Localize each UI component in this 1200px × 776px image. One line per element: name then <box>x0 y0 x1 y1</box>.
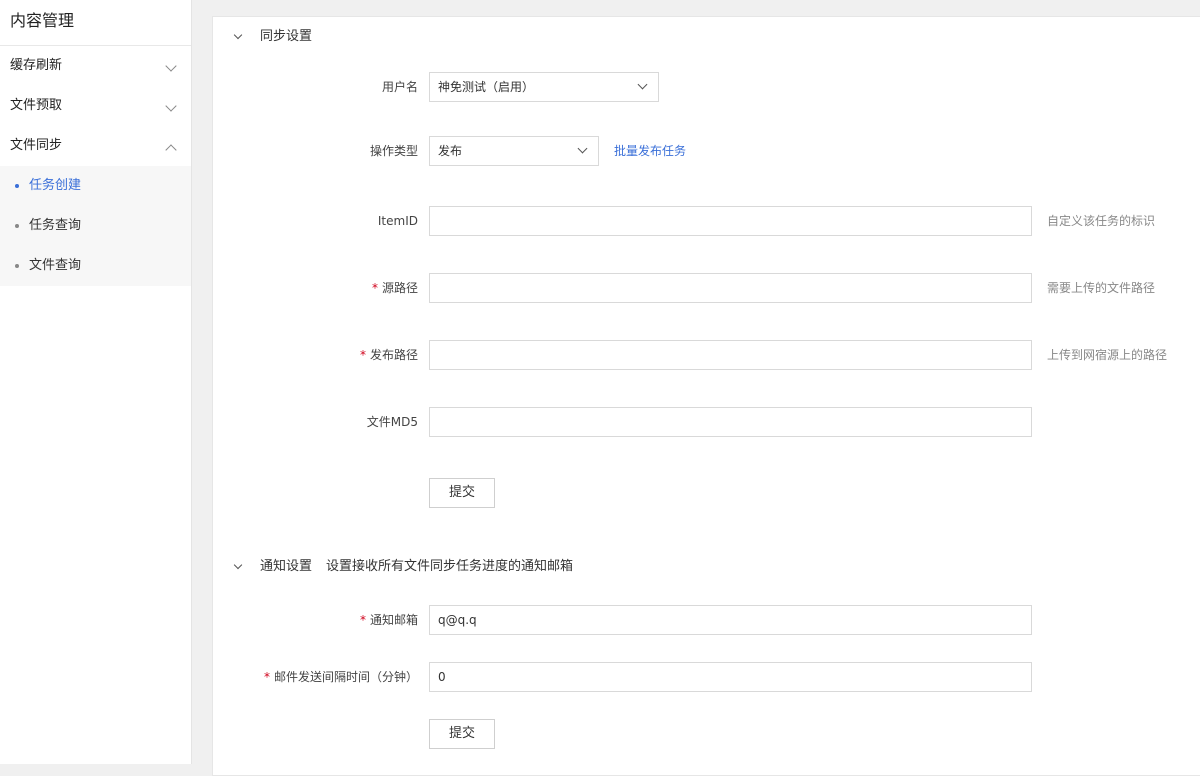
item-id-label: ItemID <box>377 214 418 228</box>
sidebar-item-label: 任务查询 <box>29 218 82 233</box>
sidebar-group-label: 文件预取 <box>10 98 63 113</box>
publish-path-label-text: 发布路径 <box>369 348 418 362</box>
interval-label: * 邮件发送间隔时间（分钟） <box>264 662 418 692</box>
chevron-down-icon <box>165 100 177 112</box>
chevron-down-icon <box>233 560 243 570</box>
source-path-label: * 源路径 <box>372 273 418 303</box>
required-mark: * <box>359 613 366 627</box>
required-mark: * <box>263 670 270 684</box>
section-title: 同步设置 <box>260 29 313 44</box>
email-label-text: 通知邮箱 <box>369 613 418 627</box>
sidebar-group-file-prefetch[interactable]: 文件预取 <box>0 86 191 126</box>
source-path-input[interactable] <box>429 273 1032 303</box>
chevron-down-icon <box>577 143 588 154</box>
publish-path-row: * 发布路径 上传到网宿源上的路径 <box>213 340 1200 370</box>
notify-section-header[interactable]: 通知设置 设置接收所有文件同步任务进度的通知邮箱 <box>213 555 913 579</box>
source-path-label-text: 源路径 <box>381 281 418 295</box>
batch-publish-link[interactable]: 批量发布任务 <box>614 136 686 166</box>
username-label: 用户名 <box>381 80 418 94</box>
section-description: 设置接收所有文件同步任务进度的通知邮箱 <box>326 559 574 574</box>
op-type-label: 操作类型 <box>369 144 418 158</box>
main-panel: 同步设置 用户名 神免测试（启用） 操作类型 发布 批量发布任务 ItemID … <box>212 16 1200 776</box>
item-id-row: ItemID 自定义该任务的标识 <box>213 206 1200 236</box>
username-select[interactable]: 神免测试（启用） <box>429 72 659 102</box>
sidebar-item-file-query[interactable]: 文件查询 <box>0 246 191 286</box>
required-mark: * <box>359 348 366 362</box>
sidebar-item-label: 文件查询 <box>29 258 82 273</box>
bullet-icon <box>15 264 19 268</box>
sidebar-group-label: 缓存刷新 <box>10 58 63 73</box>
item-id-hint: 自定义该任务的标识 <box>1047 214 1156 228</box>
interval-input[interactable]: 0 <box>429 662 1032 692</box>
username-select-value: 神免测试（启用） <box>438 80 535 94</box>
chevron-down-icon <box>637 79 648 90</box>
source-path-hint: 需要上传的文件路径 <box>1047 281 1156 295</box>
sidebar-item-label: 任务创建 <box>29 178 82 193</box>
sidebar-group-label: 文件同步 <box>10 138 63 153</box>
chevron-down-icon <box>165 60 177 72</box>
sidebar-group-file-sync[interactable]: 文件同步 <box>0 126 191 166</box>
publish-path-input[interactable] <box>429 340 1032 370</box>
username-row: 用户名 神免测试（启用） <box>213 72 1200 102</box>
bullet-icon <box>15 184 19 188</box>
op-type-select[interactable]: 发布 <box>429 136 599 166</box>
sync-section-header[interactable]: 同步设置 <box>213 25 613 49</box>
chevron-up-icon <box>165 144 177 156</box>
sidebar-submenu: 任务创建 任务查询 文件查询 <box>0 166 191 286</box>
chevron-down-icon <box>233 30 243 40</box>
sync-submit-button[interactable]: 提交 <box>429 478 495 508</box>
section-title: 通知设置 <box>260 559 313 574</box>
bullet-icon <box>15 224 19 228</box>
publish-path-label: * 发布路径 <box>360 340 418 370</box>
email-label: * 通知邮箱 <box>360 605 418 635</box>
sidebar-item-task-create[interactable]: 任务创建 <box>0 166 191 206</box>
item-id-input[interactable] <box>429 206 1032 236</box>
md5-label: 文件MD5 <box>366 415 418 429</box>
required-mark: * <box>371 281 378 295</box>
sidebar: 内容管理 缓存刷新 文件预取 文件同步 任务创建 任务查询 文件查询 <box>0 0 192 764</box>
sidebar-group-cache-refresh[interactable]: 缓存刷新 <box>0 46 191 86</box>
sidebar-item-task-query[interactable]: 任务查询 <box>0 206 191 246</box>
interval-row: * 邮件发送间隔时间（分钟） 0 <box>213 662 1200 692</box>
source-path-row: * 源路径 需要上传的文件路径 <box>213 273 1200 303</box>
op-type-select-value: 发布 <box>438 144 463 158</box>
email-row: * 通知邮箱 q@q.q <box>213 605 1200 635</box>
md5-input[interactable] <box>429 407 1032 437</box>
sidebar-title: 内容管理 <box>0 0 191 46</box>
email-input[interactable]: q@q.q <box>429 605 1032 635</box>
notify-submit-button[interactable]: 提交 <box>429 719 495 749</box>
interval-label-text: 邮件发送间隔时间（分钟） <box>273 670 418 684</box>
op-type-row: 操作类型 发布 批量发布任务 <box>213 136 1200 166</box>
publish-path-hint: 上传到网宿源上的路径 <box>1047 348 1168 362</box>
md5-row: 文件MD5 <box>213 407 1200 437</box>
